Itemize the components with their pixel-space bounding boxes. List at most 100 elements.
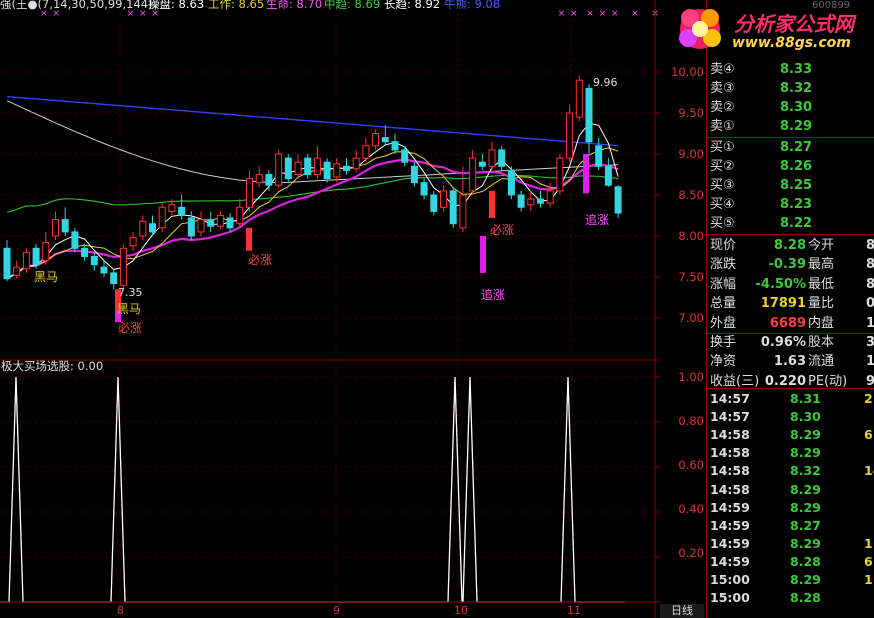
tick-row: 14:59 8.28 6 [708, 553, 874, 571]
candle-body [614, 186, 622, 214]
date-label-1: 9 [333, 604, 340, 617]
candle-body [178, 206, 186, 217]
candle-body [90, 256, 98, 266]
candle-body [478, 161, 486, 167]
ma-line-white [6, 122, 619, 280]
kline-chart[interactable]: 极大买场选股: 0.00 9.96 7.35 黑马 黑马 必涨 必涨 追涨 必涨… [0, 0, 660, 618]
stat-value: -0.39 [768, 257, 806, 273]
candle-body [507, 169, 515, 196]
buy-label: 买⑤ [710, 216, 735, 231]
stat-value: 6689 [769, 315, 806, 331]
tick-volume: 1 [864, 535, 873, 551]
moving-averages [6, 95, 619, 280]
candle-body [207, 219, 215, 227]
candle-body [343, 165, 350, 171]
chart-grid [0, 14, 660, 602]
buy-row[interactable]: 买③ 8.25 [708, 176, 874, 195]
tick-volume: 6 [864, 427, 873, 443]
candle-body [595, 145, 603, 167]
candle-body [430, 194, 438, 212]
indicator-spike-line [0, 376, 625, 603]
candle-body [498, 149, 506, 167]
sell-price: 8.32 [780, 81, 813, 96]
indicator-line [0, 376, 625, 603]
buy-row[interactable]: 买④ 8.23 [708, 195, 874, 214]
buy-row[interactable]: 买① 8.27 [708, 138, 874, 157]
tick-volume: 14 [864, 463, 874, 479]
buy-row[interactable]: 买② 8.26 [708, 157, 874, 176]
tick-time: 14:59 [710, 499, 750, 515]
signal-bar [246, 227, 252, 251]
tick-row: 14:57 8.30 [708, 408, 874, 426]
tick-time: 14:58 [710, 463, 750, 479]
tick-price: 8.29 [790, 445, 821, 461]
stat-label: 外盘 [710, 315, 737, 331]
candle-body [469, 157, 477, 192]
indicator-axis-label: 0.40 [678, 502, 704, 516]
price-axis-label: 8.50 [678, 188, 704, 202]
signal-label-bizhang-3: 必涨 [490, 222, 514, 237]
signal-label-bizhang-1: 必涨 [118, 320, 142, 335]
stat-label: 量比 [808, 296, 835, 312]
candle-body [13, 266, 21, 276]
stat-row: 涨幅 -4.50% 最低 8 [708, 275, 874, 294]
brand-url: www.88gs.com [732, 35, 851, 51]
tick-row: 14:59 8.27 [708, 517, 874, 535]
tick-row: 14:59 8.29 1 [708, 535, 874, 553]
candle-body [61, 219, 69, 233]
candle-body [585, 87, 593, 143]
buy-label: 买② [710, 159, 735, 174]
candle-body [537, 198, 544, 204]
price-axis-label: 9.00 [678, 147, 704, 161]
candle-body [52, 219, 59, 237]
tick-time: 15:00 [710, 572, 750, 587]
divider [707, 388, 874, 389]
tick-row: 15:00 8.28 [708, 589, 874, 607]
stat-row: 净资 1.63流通 1.8 [708, 352, 874, 371]
candle-body [420, 182, 428, 196]
sell-row[interactable]: 卖④ 8.33 [708, 60, 874, 79]
candle-body [158, 206, 166, 229]
tick-time: 14:59 [710, 535, 750, 551]
tick-price: 8.28 [790, 590, 821, 606]
stat-value: 0 [866, 296, 874, 312]
price-axis-label: 8.00 [678, 229, 704, 243]
signal-label-bizhang-2: 必涨 [248, 252, 272, 267]
tick-row: 14:58 8.29 [708, 444, 874, 462]
buy-row[interactable]: 买⑤ 8.22 [708, 214, 874, 233]
stat-label: 最低 [808, 276, 835, 292]
candle-body [362, 145, 370, 159]
stat-row: 现价 8.28 今开 8 [708, 236, 874, 255]
candle-body [265, 174, 273, 186]
date-label-2: 10 [454, 604, 468, 617]
candle-body [275, 153, 283, 186]
sell-row[interactable]: 卖② 8.30 [708, 98, 874, 117]
stat-value: 17891 [760, 296, 806, 312]
candle-body [304, 157, 312, 176]
tick-time: 14:57 [710, 409, 750, 425]
candle-body [294, 161, 302, 175]
buy-price: 8.22 [780, 216, 813, 231]
tick-time: 14:58 [710, 445, 750, 461]
indicator-title: 极大买场选股: 0.00 [1, 359, 103, 373]
tick-time: 14:59 [710, 553, 750, 569]
sell-row[interactable]: 卖③ 8.32 [708, 79, 874, 98]
stat-value: 3.9 [866, 335, 874, 350]
tick-price: 8.29 [790, 427, 821, 443]
stat-value: 8 [866, 257, 874, 273]
candle-body [168, 204, 176, 212]
price-axis-label: 10.00 [671, 65, 704, 79]
period-tab[interactable]: 日线 [660, 604, 704, 618]
candle-body [187, 217, 195, 237]
candlesticks [3, 75, 622, 290]
sell-row[interactable]: 卖① 8.29 [708, 117, 874, 136]
flower-logo-icon [679, 9, 721, 49]
stat-row: 外盘 6689内盘 11 [708, 314, 874, 333]
candle-body [139, 220, 147, 237]
price-axis-label: 7.50 [678, 270, 704, 284]
signal-label-heima-2: 黑马 [117, 302, 141, 316]
tick-price: 8.29 [790, 535, 821, 551]
tick-row: 14:57 8.31 2 [708, 390, 874, 408]
candle-body [372, 133, 380, 147]
stat-value: 11 [866, 315, 874, 331]
